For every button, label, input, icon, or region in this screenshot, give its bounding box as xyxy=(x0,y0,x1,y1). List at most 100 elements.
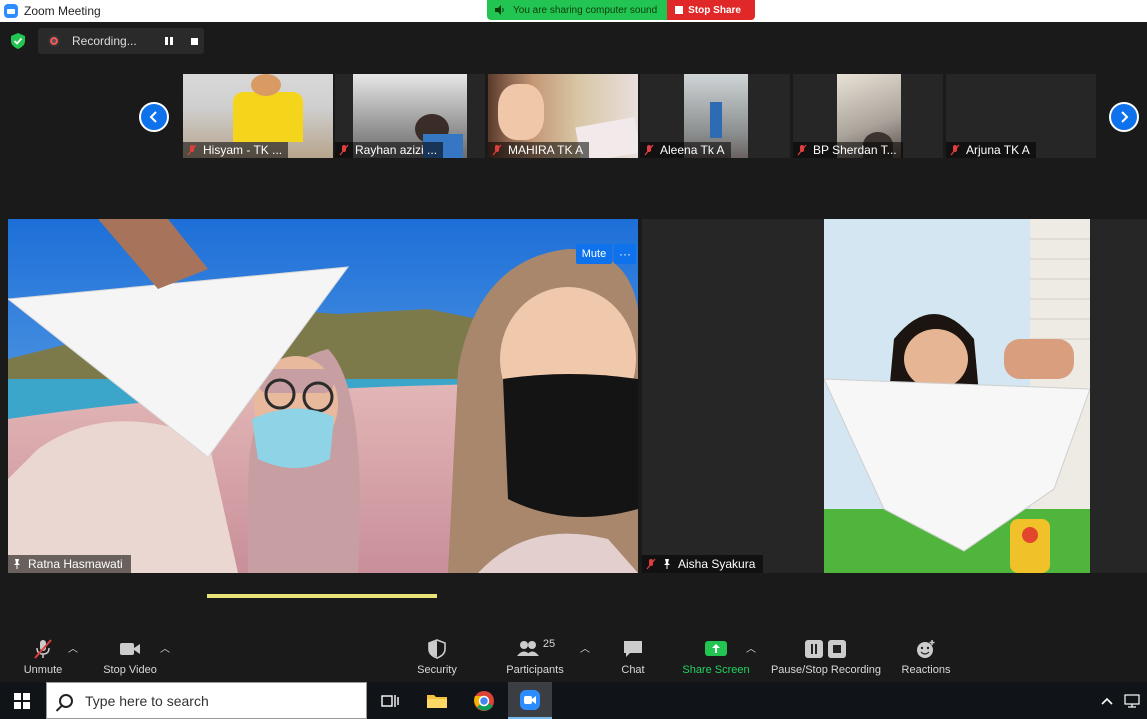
file-explorer-button[interactable] xyxy=(415,682,459,719)
smiley-reaction-icon xyxy=(917,640,935,658)
stop-icon xyxy=(675,6,684,14)
pin-icon xyxy=(14,559,20,569)
zoom-logo-icon xyxy=(4,4,18,18)
meeting-toolbar: Unmute ︿ Stop Video ︿ Security 25 Partic… xyxy=(0,630,1147,682)
more-options-button[interactable]: ··· xyxy=(614,244,636,264)
recording-label: Recording... xyxy=(72,34,137,48)
participant-name-tag: Aleena Tk A xyxy=(640,142,731,158)
mic-muted-icon xyxy=(644,144,654,156)
zoom-app-icon xyxy=(520,689,540,710)
participants-options-caret-icon[interactable]: ︿ xyxy=(580,640,590,655)
chat-bubble-icon xyxy=(624,641,642,657)
participants-icon xyxy=(516,641,539,656)
folder-icon xyxy=(427,694,447,708)
chat-label: Chat xyxy=(621,664,645,676)
task-view-icon xyxy=(381,694,399,707)
mic-muted-icon xyxy=(797,144,807,156)
sharing-sound-text: You are sharing computer sound xyxy=(513,4,658,16)
next-page-button[interactable] xyxy=(1109,102,1139,132)
participant-tile[interactable]: Aleena Tk A xyxy=(640,74,790,158)
speaker-video xyxy=(8,219,638,573)
chrome-icon xyxy=(474,690,494,711)
search-icon xyxy=(59,693,73,708)
mic-muted-icon xyxy=(950,144,960,156)
chrome-button[interactable] xyxy=(462,682,506,719)
participant-name-tag: Arjuna TK A xyxy=(946,142,1036,158)
reactions-label: Reactions xyxy=(901,664,951,676)
participants-label: Participants xyxy=(506,664,564,676)
participant-tile[interactable]: MAHIRA TK A xyxy=(488,74,638,158)
security-shield-icon[interactable] xyxy=(10,32,26,50)
shield-icon xyxy=(428,639,446,659)
participant-name-tag: Rayhan azizi ... xyxy=(335,142,444,158)
share-screen-label: Share Screen xyxy=(682,664,750,676)
previous-page-button[interactable] xyxy=(139,102,169,132)
video-camera-icon xyxy=(120,643,140,655)
mic-muted-icon xyxy=(187,144,197,156)
chat-button[interactable]: Chat xyxy=(616,630,650,682)
participant-tile[interactable]: BP Sherdan T... xyxy=(793,74,943,158)
pause-stop-recording-button[interactable]: Pause/Stop Recording xyxy=(768,630,884,682)
participant-tile[interactable]: Arjuna TK A xyxy=(946,74,1096,158)
meeting-area: Recording... Hisyam - TK ... Rayhan aziz… xyxy=(0,22,1147,630)
participant-name-tag: BP Sherdan T... xyxy=(793,142,903,158)
share-options-caret-icon[interactable]: ︿ xyxy=(746,640,756,655)
network-icon[interactable] xyxy=(1124,693,1140,708)
mic-muted-icon xyxy=(646,558,656,570)
pause-stop-recording-icon xyxy=(805,640,846,658)
stop-recording-icon[interactable] xyxy=(190,37,198,45)
participant-name: Hisyam - TK ... xyxy=(203,143,283,157)
window-title: Zoom Meeting xyxy=(24,4,101,18)
active-speaker-indicator xyxy=(207,594,437,598)
unmute-label: Unmute xyxy=(23,664,63,676)
windows-taskbar: Type here to search xyxy=(0,682,1147,719)
stop-video-button[interactable]: Stop Video xyxy=(100,630,160,682)
chevron-up-icon[interactable] xyxy=(1100,696,1114,706)
reactions-button[interactable]: Reactions xyxy=(900,630,952,682)
stop-share-button[interactable]: Stop Share xyxy=(667,0,755,20)
participant-tile[interactable]: Hisyam - TK ... xyxy=(183,74,333,158)
system-tray xyxy=(1100,682,1140,719)
participant-name-tag: Hisyam - TK ... xyxy=(183,142,289,158)
zoom-taskbar-button[interactable] xyxy=(508,682,552,719)
recording-indicator: Recording... xyxy=(38,28,204,54)
taskbar-search-input[interactable]: Type here to search xyxy=(46,682,367,719)
record-dot-icon xyxy=(48,35,60,47)
speaker-video-tile[interactable]: Ratna Hasmawati xyxy=(8,219,638,573)
participant-video xyxy=(824,219,1090,573)
share-screen-icon xyxy=(705,641,727,656)
share-screen-button[interactable]: Share Screen xyxy=(682,630,750,682)
task-view-button[interactable] xyxy=(368,682,412,719)
stop-video-label: Stop Video xyxy=(103,664,157,676)
participant-name: Arjuna TK A xyxy=(966,143,1030,157)
search-placeholder: Type here to search xyxy=(85,692,209,709)
sharing-sound-indicator: You are sharing computer sound xyxy=(487,0,668,20)
video-options-caret-icon[interactable]: ︿ xyxy=(160,640,170,655)
windows-start-icon[interactable] xyxy=(14,693,30,709)
participant-name: BP Sherdan T... xyxy=(813,143,897,157)
participant-name: Rayhan azizi ... xyxy=(355,143,438,157)
mic-muted-icon xyxy=(339,144,349,156)
zoom-window: Zoom Meeting You are sharing computer so… xyxy=(0,0,1147,719)
security-button[interactable]: Security xyxy=(414,630,460,682)
participant-name: Aisha Syakura xyxy=(678,557,756,571)
security-label: Security xyxy=(417,664,457,676)
mute-participant-button[interactable]: Mute xyxy=(576,244,612,264)
speaker-name: Ratna Hasmawati xyxy=(28,557,123,571)
pause-recording-icon[interactable] xyxy=(164,37,173,45)
chevron-left-icon xyxy=(149,111,157,123)
audio-options-caret-icon[interactable]: ︿ xyxy=(68,640,78,655)
unmute-button[interactable]: Unmute xyxy=(20,630,66,682)
stop-share-label: Stop Share xyxy=(688,4,741,16)
participants-button[interactable]: 25 Participants xyxy=(504,630,566,682)
participant-name-tag: Aisha Syakura xyxy=(642,555,764,573)
mic-muted-icon xyxy=(34,639,52,659)
share-banner: You are sharing computer sound Stop Shar… xyxy=(487,0,755,20)
participant-video-tile[interactable]: Aisha Syakura xyxy=(642,219,1147,573)
participant-tile[interactable]: Rayhan azizi ... xyxy=(335,74,485,158)
chevron-right-icon xyxy=(1121,111,1129,123)
participant-name: MAHIRA TK A xyxy=(508,143,584,157)
participant-name: Aleena Tk A xyxy=(660,143,725,157)
speaker-name-tag: Ratna Hasmawati xyxy=(8,555,131,573)
speaker-icon xyxy=(495,5,504,15)
